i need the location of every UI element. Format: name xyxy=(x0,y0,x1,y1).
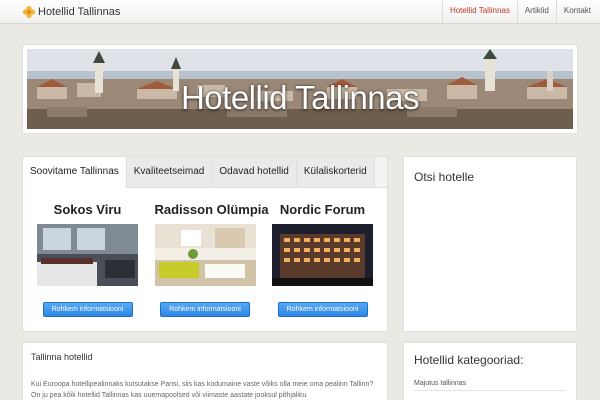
categories-title: Hotellid kategooriad: xyxy=(414,353,524,367)
tab-kvaliteetseimad[interactable]: Kvaliteetseimad xyxy=(126,157,213,187)
hotel-photo[interactable] xyxy=(272,224,373,286)
tab-odavad[interactable]: Odavad hotellid xyxy=(212,157,297,187)
article-title: Tallinna hotellid xyxy=(31,352,93,362)
main-nav: Hotellid Tallinnas Artiklid Kontakt xyxy=(441,0,598,24)
nav-item-hotellid[interactable]: Hotellid Tallinnas xyxy=(441,0,517,24)
hotel-name[interactable]: Radisson Olümpia xyxy=(155,202,269,220)
hotel-card: Radisson Olümpia Rohkem informatsiooni xyxy=(154,188,269,317)
top-navbar: Hotellid Tallinnas Hotellid Tallinnas Ar… xyxy=(0,0,600,24)
hotel-photo[interactable] xyxy=(37,224,138,286)
search-panel-title: Otsi hotelle xyxy=(414,170,475,184)
nav-item-artiklid[interactable]: Artiklid xyxy=(516,0,556,24)
site-brand[interactable]: Hotellid Tallinnas xyxy=(22,4,120,20)
more-info-button[interactable]: Rohkem informatsiooni xyxy=(277,302,368,317)
tab-bar: Soovitame Tallinnas Kvaliteetseimad Odav… xyxy=(23,157,387,188)
hotel-name[interactable]: Nordic Forum xyxy=(272,202,373,220)
tallinn-skyline-image: Hotellid Tallinnas xyxy=(27,49,573,129)
hotel-name[interactable]: Sokos Viru xyxy=(37,202,138,220)
flower-icon xyxy=(22,5,36,19)
search-hotels-panel: Otsi hotelle xyxy=(403,156,577,332)
hotel-photo[interactable] xyxy=(154,224,256,286)
nav-item-kontakt[interactable]: Kontakt xyxy=(555,0,598,24)
hotel-card: Sokos Viru Rohkem informatsiooni xyxy=(37,188,138,317)
hotel-tabs-panel: Soovitame Tallinnas Kvaliteetseimad Odav… xyxy=(22,156,388,332)
hotel-cards: Sokos Viru Rohkem informatsiooni Radisso… xyxy=(23,188,387,317)
divider xyxy=(414,390,566,391)
tab-kulaliskorterid[interactable]: Külaliskorterid xyxy=(296,157,375,187)
brand-name: Hotellid Tallinnas xyxy=(38,6,121,18)
banner-title: Hotellid Tallinnas xyxy=(180,79,420,116)
article-text: Kui Euroopa hotellipealinnaks kutsutakse… xyxy=(31,381,374,399)
category-link[interactable]: Majutus tallinnas xyxy=(414,380,566,387)
article-panel: Tallinna hotellid Kui Euroopa hotellipea… xyxy=(22,342,388,400)
header-banner: Hotellid Tallinnas xyxy=(22,44,578,134)
more-info-button[interactable]: Rohkem informatsiooni xyxy=(42,302,133,317)
categories-panel: Hotellid kategooriad: Majutus tallinnas xyxy=(403,342,577,400)
more-info-button[interactable]: Rohkem informatsiooni xyxy=(160,302,250,317)
tab-soovitame[interactable]: Soovitame Tallinnas xyxy=(23,157,127,188)
hotel-card: Nordic Forum Rohkem informatsiooni xyxy=(272,188,373,317)
